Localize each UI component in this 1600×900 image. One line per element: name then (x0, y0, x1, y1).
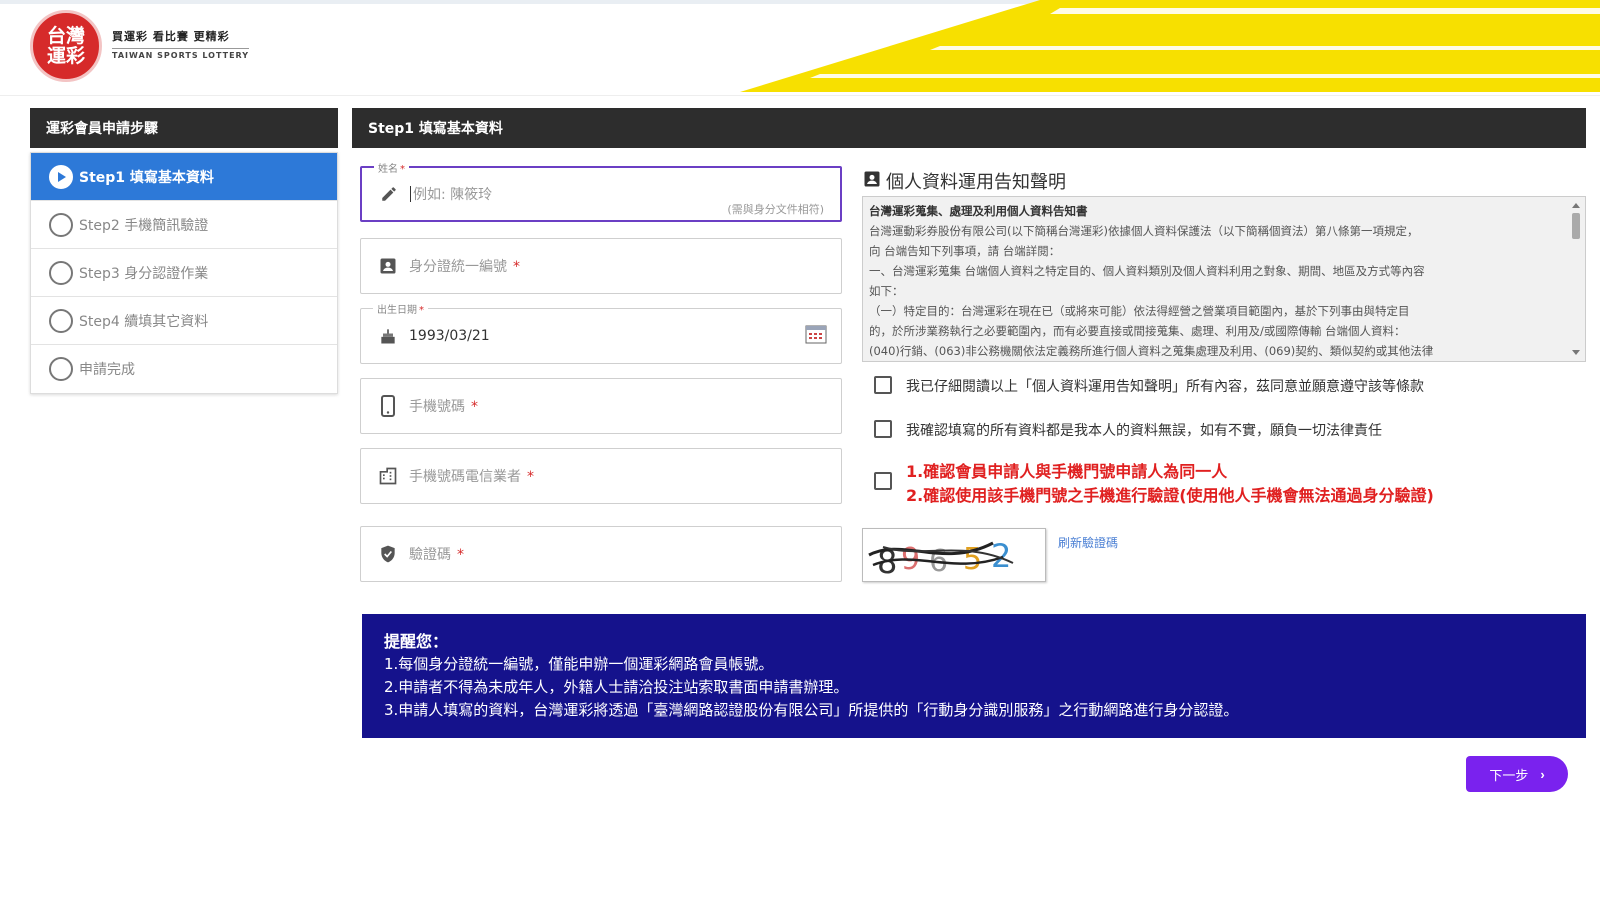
confirm-data-text: 我確認填寫的所有資料都是我本人的資料無誤，如有不實，願負一切法律責任 (906, 423, 1382, 439)
step-item-2[interactable]: Step2 手機簡訊驗證 (31, 201, 337, 249)
calendar-icon[interactable] (805, 323, 827, 349)
steps-list: Step1 填寫基本資料 Step2 手機簡訊驗證 Step3 身分認證作業 S… (30, 152, 338, 394)
id-card-icon (377, 255, 399, 277)
step-item-3[interactable]: Step3 身分認證作業 (31, 249, 337, 297)
mobile-label: 手機號碼 (409, 399, 465, 415)
name-input-placeholder: 例如: 陳筱玲 (413, 187, 493, 203)
required-star: * (513, 259, 520, 275)
step-label: Step3 身分認證作業 (79, 265, 209, 282)
required-star: * (457, 547, 464, 563)
captcha-field[interactable]: 驗證碼 * (360, 526, 842, 582)
empty-circle-icon (49, 212, 73, 237)
main-section-title: Step1 填寫基本資料 (352, 108, 1586, 148)
privacy-line: （一）特定目的：台灣運彩在現在已（或將來可能）依法得經營之營業項目範圍內，基於下… (869, 304, 1410, 318)
reminder-notice: 提醒您： 1.每個身分證統一編號，僅能申辦一個運彩網路會員帳號。 2.申請者不得… (362, 614, 1586, 738)
required-star: * (400, 164, 405, 175)
agree-terms-text: 我已仔細閱讀以上「個人資料運用告知聲明」所有內容，茲同意並願意遵守該等條款 (906, 379, 1424, 395)
birthday-value: 1993/03/21 (409, 328, 490, 344)
privacy-line: 台灣運彩蒐集、處理及利用個人資料告知書 (869, 204, 1088, 218)
required-star: * (471, 399, 478, 415)
carrier-label: 手機號碼電信業者 (409, 469, 521, 485)
birthday-float-label: 出生日期 * (373, 301, 428, 316)
captcha-graphic: 8 9 6 5 2 (868, 537, 1014, 581)
required-star: * (527, 469, 534, 485)
step-label: 申請完成 (79, 362, 135, 378)
name-hint: (需與身分文件相符) (727, 203, 824, 216)
mobile-phone-icon (377, 395, 399, 417)
privacy-line: 如下： (869, 284, 904, 298)
privacy-line: (040)行銷、(063)非公務機關依法定義務所進行個人資料之蒐集處理及利用、(… (869, 344, 1434, 358)
notice-line: 3.申請人填寫的資料，台灣運彩將透過「臺灣網路認證股份有限公司」所提供的「行動身… (384, 701, 1239, 719)
chevron-right-icon: › (1540, 766, 1545, 782)
notice-line: 1.每個身分證統一編號，僅能申辦一個運彩網路會員帳號。 (384, 655, 774, 673)
pencil-icon (378, 183, 400, 205)
privacy-line: 的，於所涉業務執行之必要範圍內，而有必要直接或間接蒐集、處理、利用及/或國際傳輸… (869, 324, 1406, 338)
step-label: Step4 續填其它資料 (79, 313, 209, 330)
step-label: Step1 填寫基本資料 (79, 169, 214, 186)
mobile-field[interactable]: 手機號碼 * (360, 378, 842, 434)
birthday-field[interactable]: 出生日期 * 1993/03/21 (360, 301, 842, 364)
confirm-mobile-text: 1.確認會員申請人與手機門號申請人為同一人 2.確認使用該手機門號之手機進行驗證… (906, 460, 1434, 508)
brand-slogan: 買運彩 看比賽 更精彩 (112, 30, 230, 43)
privacy-text-box[interactable]: 台灣運彩蒐集、處理及利用個人資料告知書 台灣運動彩券股份有限公司(以下簡稱台灣運… (862, 196, 1586, 362)
privacy-title-text: 個人資料運用告知聲明 (886, 172, 1066, 193)
privacy-scrollbar[interactable] (1569, 199, 1583, 359)
captcha-label: 驗證碼 (409, 547, 451, 563)
birthday-label: 出生日期 (377, 305, 417, 316)
name-label: 姓名 (378, 164, 398, 175)
privacy-line: 台灣運動彩券股份有限公司(以下簡稱台灣運彩)依據個人資料保護法（以下簡稱個資法）… (869, 224, 1419, 238)
steps-panel-title: 運彩會員申請步驟 (30, 108, 338, 148)
carrier-field[interactable]: 手機號碼電信業者 * (360, 448, 842, 504)
logo-text-bottom: 運彩 (46, 45, 85, 67)
step-label: Step2 手機簡訊驗證 (79, 217, 209, 234)
brand-logo[interactable]: 台灣 運彩 (30, 10, 102, 82)
id-number-label: 身分證統一編號 (409, 259, 507, 275)
id-number-field[interactable]: 身分證統一編號 * (360, 238, 842, 294)
cake-icon (377, 325, 399, 347)
building-icon (377, 465, 399, 487)
name-field[interactable]: 姓名 * 例如: 陳筱玲 (需與身分文件相符) (360, 160, 842, 222)
confirm-mobile-row[interactable]: 1.確認會員申請人與手機門號申請人為同一人 2.確認使用該手機門號之手機進行驗證… (874, 460, 1434, 508)
confirm-data-row[interactable]: 我確認填寫的所有資料都是我本人的資料無誤，如有不實，願負一切法律責任 (874, 420, 1382, 440)
privacy-title: 個人資料運用告知聲明 (862, 168, 1066, 194)
step-item-4[interactable]: Step4 續填其它資料 (31, 297, 337, 345)
step-item-1[interactable]: Step1 填寫基本資料 (31, 153, 337, 201)
agree-terms-row[interactable]: 我已仔細閱讀以上「個人資料運用告知聲明」所有內容，茲同意並願意遵守該等條款 (874, 376, 1424, 396)
captcha-image: 8 9 6 5 2 (862, 528, 1046, 582)
scroll-down-icon[interactable] (1572, 350, 1580, 355)
site-header: 台灣 運彩 買運彩 看比賽 更精彩 TAIWAN SPORTS LOTTERY (0, 0, 1600, 96)
empty-circle-icon (49, 308, 73, 333)
confirm-data-checkbox[interactable] (874, 420, 892, 438)
refresh-captcha-link[interactable]: 刷新驗證碼 (1058, 534, 1118, 551)
brand-text: 買運彩 看比賽 更精彩 TAIWAN SPORTS LOTTERY (112, 28, 250, 60)
privacy-line: 向 台端告知下列事項，請 台端詳閱： (869, 244, 1061, 258)
text-caret (410, 186, 411, 202)
notice-title: 提醒您： (384, 632, 449, 651)
confirm-mobile-line-1: 1.確認會員申請人與手機門號申請人為同一人 (906, 462, 1228, 481)
agree-terms-checkbox[interactable] (874, 376, 892, 394)
next-step-label: 下一步 (1489, 767, 1529, 783)
scroll-thumb[interactable] (1572, 213, 1580, 239)
next-step-button[interactable]: 下一步 › (1466, 756, 1568, 792)
brand-subtitle: TAIWAN SPORTS LOTTERY (112, 48, 250, 60)
contact-card-icon (862, 169, 882, 194)
step-item-complete[interactable]: 申請完成 (31, 345, 337, 393)
play-circle-icon (49, 164, 73, 189)
required-star: * (419, 305, 424, 316)
scroll-up-icon[interactable] (1572, 203, 1580, 208)
logo-text-top: 台灣 (46, 25, 85, 47)
privacy-line: 一、台灣運彩蒐集 台端個人資料之特定目的、個人資料類別及個人資料利用之對象、期間… (869, 264, 1425, 278)
name-float-label: 姓名 * (374, 160, 409, 175)
shield-check-icon (377, 543, 399, 565)
notice-line: 2.申請者不得為未成年人，外籍人士請洽投注站索取書面申請書辦理。 (384, 678, 849, 696)
empty-circle-icon (49, 357, 73, 381)
confirm-mobile-checkbox[interactable] (874, 472, 892, 490)
confirm-mobile-line-2: 2.確認使用該手機門號之手機進行驗證(使用他人手機會無法通過身分驗證) (906, 486, 1434, 505)
empty-circle-icon (49, 260, 73, 285)
svg-text:5: 5 (963, 542, 982, 577)
